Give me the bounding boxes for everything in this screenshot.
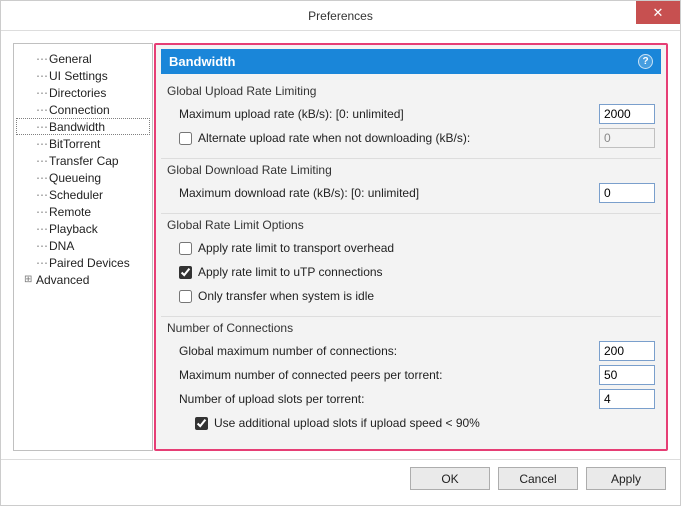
max-upload-label: Maximum upload rate (kB/s): [0: unlimite… bbox=[179, 107, 599, 121]
tree-dots: ⋯ bbox=[36, 52, 47, 66]
tree-item-bandwidth[interactable]: ⋯ Bandwidth bbox=[16, 118, 150, 135]
footer: OK Cancel Apply bbox=[1, 459, 680, 497]
tree-dots: ⋯ bbox=[36, 69, 47, 83]
tree-dots: ⋯ bbox=[36, 222, 47, 236]
tree-item-label: Directories bbox=[49, 86, 106, 100]
tree-item-directories[interactable]: ⋯ Directories bbox=[16, 84, 150, 101]
titlebar: Preferences ✕ bbox=[1, 1, 680, 31]
tree-dots: ⋯ bbox=[36, 137, 47, 151]
content-area: ⋯ General⋯ UI Settings⋯ Directories⋯ Con… bbox=[1, 31, 680, 459]
idle-checkbox[interactable] bbox=[179, 290, 192, 303]
tree-dots: ⋯ bbox=[36, 86, 47, 100]
overhead-label: Apply rate limit to transport overhead bbox=[198, 241, 655, 255]
tree-item-advanced[interactable]: ⊞ Advanced bbox=[16, 271, 150, 288]
tree-item-paired-devices[interactable]: ⋯ Paired Devices bbox=[16, 254, 150, 271]
tree-item-queueing[interactable]: ⋯ Queueing bbox=[16, 169, 150, 186]
close-icon: ✕ bbox=[653, 5, 664, 21]
slots-label: Number of upload slots per torrent: bbox=[179, 392, 599, 406]
overhead-checkbox[interactable] bbox=[179, 242, 192, 255]
tree-item-label: BitTorrent bbox=[49, 137, 100, 151]
tree-dots: ⋯ bbox=[36, 188, 47, 202]
help-icon[interactable]: ? bbox=[638, 54, 653, 69]
tree-item-transfer-cap[interactable]: ⋯ Transfer Cap bbox=[16, 152, 150, 169]
alt-upload-label: Alternate upload rate when not downloadi… bbox=[198, 131, 599, 145]
global-conn-input[interactable] bbox=[599, 341, 655, 361]
section-download: Global Download Rate Limiting Maximum do… bbox=[161, 159, 661, 214]
tree-item-ui-settings[interactable]: ⋯ UI Settings bbox=[16, 67, 150, 84]
peers-input[interactable] bbox=[599, 365, 655, 385]
tree-item-label: UI Settings bbox=[49, 69, 108, 83]
tree-item-label: Paired Devices bbox=[49, 256, 130, 270]
download-heading: Global Download Rate Limiting bbox=[167, 163, 655, 177]
tree-item-label: Playback bbox=[49, 222, 98, 236]
max-download-label: Maximum download rate (kB/s): [0: unlimi… bbox=[179, 186, 599, 200]
peers-label: Maximum number of connected peers per to… bbox=[179, 368, 599, 382]
settings-pane: Bandwidth ? Global Upload Rate Limiting … bbox=[154, 43, 668, 451]
tree-dots: ⋯ bbox=[36, 120, 47, 134]
category-tree[interactable]: ⋯ General⋯ UI Settings⋯ Directories⋯ Con… bbox=[13, 43, 153, 451]
pane-title: Bandwidth bbox=[169, 54, 235, 69]
tree-item-scheduler[interactable]: ⋯ Scheduler bbox=[16, 186, 150, 203]
tree-item-label: Advanced bbox=[36, 273, 89, 287]
tree-item-label: DNA bbox=[49, 239, 74, 253]
tree-item-label: Transfer Cap bbox=[49, 154, 119, 168]
extra-slots-label: Use additional upload slots if upload sp… bbox=[214, 416, 655, 430]
options-heading: Global Rate Limit Options bbox=[167, 218, 655, 232]
tree-dots: ⋯ bbox=[36, 171, 47, 185]
max-download-input[interactable] bbox=[599, 183, 655, 203]
tree-dots: ⋯ bbox=[36, 256, 47, 270]
tree-item-label: General bbox=[49, 52, 92, 66]
window-title: Preferences bbox=[308, 9, 373, 23]
tree-item-playback[interactable]: ⋯ Playback bbox=[16, 220, 150, 237]
section-connections: Number of Connections Global maximum num… bbox=[161, 317, 661, 443]
upload-heading: Global Upload Rate Limiting bbox=[167, 84, 655, 98]
tree-item-label: Connection bbox=[49, 103, 110, 117]
pane-header: Bandwidth ? bbox=[161, 49, 661, 74]
slots-input[interactable] bbox=[599, 389, 655, 409]
cancel-button[interactable]: Cancel bbox=[498, 467, 578, 490]
utp-checkbox[interactable] bbox=[179, 266, 192, 279]
max-upload-input[interactable] bbox=[599, 104, 655, 124]
tree-item-dna[interactable]: ⋯ DNA bbox=[16, 237, 150, 254]
tree-item-label: Bandwidth bbox=[49, 120, 105, 134]
tree-item-general[interactable]: ⋯ General bbox=[16, 50, 150, 67]
tree-dots: ⋯ bbox=[36, 103, 47, 117]
tree-item-remote[interactable]: ⋯ Remote bbox=[16, 203, 150, 220]
tree-item-bittorrent[interactable]: ⋯ BitTorrent bbox=[16, 135, 150, 152]
expand-icon: ⊞ bbox=[24, 274, 36, 285]
section-options: Global Rate Limit Options Apply rate lim… bbox=[161, 214, 661, 317]
ok-button[interactable]: OK bbox=[410, 467, 490, 490]
global-conn-label: Global maximum number of connections: bbox=[179, 344, 599, 358]
alt-upload-input bbox=[599, 128, 655, 148]
section-upload: Global Upload Rate Limiting Maximum uplo… bbox=[161, 80, 661, 159]
close-button[interactable]: ✕ bbox=[636, 1, 680, 24]
tree-item-connection[interactable]: ⋯ Connection bbox=[16, 101, 150, 118]
tree-dots: ⋯ bbox=[36, 239, 47, 253]
alt-upload-checkbox[interactable] bbox=[179, 132, 192, 145]
tree-item-label: Remote bbox=[49, 205, 91, 219]
tree-item-label: Scheduler bbox=[49, 188, 103, 202]
tree-dots: ⋯ bbox=[36, 205, 47, 219]
utp-label: Apply rate limit to uTP connections bbox=[198, 265, 655, 279]
idle-label: Only transfer when system is idle bbox=[198, 289, 655, 303]
extra-slots-checkbox[interactable] bbox=[195, 417, 208, 430]
apply-button[interactable]: Apply bbox=[586, 467, 666, 490]
connections-heading: Number of Connections bbox=[167, 321, 655, 335]
tree-dots: ⋯ bbox=[36, 154, 47, 168]
tree-item-label: Queueing bbox=[49, 171, 101, 185]
